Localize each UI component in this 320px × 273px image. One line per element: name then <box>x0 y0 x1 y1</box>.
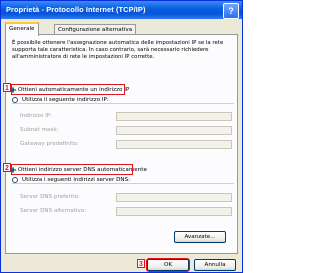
dns-auto-label: Ottieni indirizzo server DNS automaticam… <box>18 166 147 173</box>
cancel-button[interactable]: Annulla <box>194 259 236 271</box>
ip-group-line <box>12 103 234 104</box>
ip-address-field[interactable] <box>116 112 232 121</box>
annotation-marker-3: 3 <box>137 259 145 268</box>
dns-manual-label: Utilizza i seguenti indirizzi server DNS… <box>22 176 130 183</box>
title-bar[interactable]: Proprietà - Protocollo Internet (TCP/IP)… <box>1 1 242 19</box>
ip-manual-label: Utilizza il seguente indirizzo IP: <box>22 96 109 103</box>
tcpip-properties-window: Proprietà - Protocollo Internet (TCP/IP)… <box>0 0 243 273</box>
dns-auto-radio[interactable] <box>12 166 16 173</box>
annotation-marker-2: 2 <box>3 163 11 172</box>
ip-auto-label: Ottieni automaticamente un indirizzo IP <box>18 86 130 93</box>
annotation-marker-1: 1 <box>3 83 11 92</box>
dns-manual-radio[interactable] <box>12 176 18 183</box>
subnet-mask-label: Subnet mask: <box>20 127 59 133</box>
ip-manual-radio[interactable] <box>12 96 18 103</box>
gateway-label: Gateway predefinito: <box>20 141 79 147</box>
general-tab-panel: È possibile ottenere l'assegnazione auto… <box>5 34 238 254</box>
description-text: È possibile ottenere l'assegnazione auto… <box>12 40 224 60</box>
help-button[interactable]: ? <box>223 3 239 19</box>
dns-auto-option[interactable]: Ottieni indirizzo server DNS automaticam… <box>11 164 147 175</box>
ip-auto-radio[interactable] <box>12 86 16 93</box>
ip-auto-option[interactable]: Ottieni automaticamente un indirizzo IP <box>11 84 129 95</box>
window-title: Proprietà - Protocollo Internet (TCP/IP) <box>6 5 146 14</box>
advanced-button[interactable]: Avanzate... <box>174 231 226 243</box>
dns-preferred-field[interactable] <box>116 193 232 202</box>
dns-preferred-label: Server DNS preferito: <box>20 194 80 200</box>
dns-group-line <box>12 183 234 184</box>
gateway-field[interactable] <box>116 140 232 149</box>
subnet-mask-field[interactable] <box>116 126 232 135</box>
ip-address-label: Indirizzo IP: <box>20 113 53 119</box>
dns-alternate-field[interactable] <box>116 207 232 216</box>
dns-alternate-label: Server DNS alternativo: <box>20 208 87 214</box>
ok-button[interactable]: OK <box>146 258 190 272</box>
tab-generale[interactable]: Generale <box>5 22 39 36</box>
